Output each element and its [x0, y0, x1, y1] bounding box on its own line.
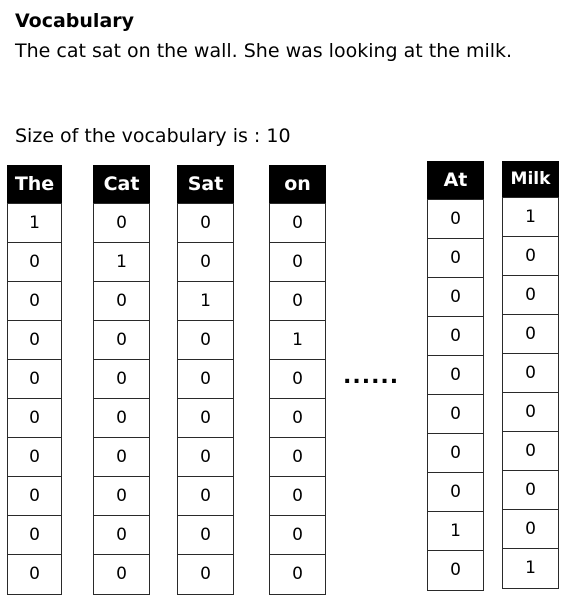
- vector-cell: 0: [177, 359, 234, 400]
- vector-cell: 1: [269, 320, 326, 361]
- vector-cell: 0: [427, 316, 484, 357]
- vector-cell: 0: [177, 242, 234, 283]
- vector-cell: 0: [502, 314, 559, 355]
- vector-cell: 0: [427, 472, 484, 513]
- vector-cell: 0: [93, 398, 150, 439]
- vector-cell: 0: [177, 203, 234, 244]
- column-header: At: [427, 161, 484, 199]
- vector-cell: 0: [269, 437, 326, 478]
- vector-cell: 0: [7, 476, 62, 517]
- vector-cell: 0: [177, 320, 234, 361]
- vector-cell: 0: [177, 437, 234, 478]
- vector-cell: 0: [93, 320, 150, 361]
- vector-cell: 0: [269, 242, 326, 283]
- vector-cell: 0: [427, 238, 484, 279]
- vector-cell: 1: [177, 281, 234, 322]
- vector-cell: 0: [93, 203, 150, 244]
- column-header: Milk: [502, 161, 559, 197]
- ellipsis-separator: ......: [343, 364, 400, 389]
- vector-cell: 0: [427, 277, 484, 318]
- vector-cell: 0: [427, 433, 484, 474]
- vector-cell: 0: [427, 355, 484, 396]
- vector-cell: 0: [502, 353, 559, 394]
- vector-cell: 0: [269, 359, 326, 400]
- vector-cell: 0: [427, 550, 484, 591]
- vector-cell: 1: [7, 203, 62, 244]
- vector-cell: 0: [502, 509, 559, 550]
- vector-cell: 1: [502, 197, 559, 238]
- column-header: on: [269, 165, 326, 203]
- column-header: Sat: [177, 165, 234, 203]
- vector-cell: 0: [93, 281, 150, 322]
- vector-cell: 0: [269, 281, 326, 322]
- vector-cell: 1: [93, 242, 150, 283]
- vector-cell: 0: [427, 394, 484, 435]
- vector-cell: 0: [93, 359, 150, 400]
- vector-cell: 0: [177, 476, 234, 517]
- vector-cell: 0: [7, 242, 62, 283]
- vector-cell: 1: [502, 548, 559, 589]
- example-sentence: The cat sat on the wall. She was looking…: [15, 40, 513, 62]
- vector-cell: 0: [7, 515, 62, 556]
- vector-cell: 1: [427, 511, 484, 552]
- vector-cell: 0: [502, 431, 559, 472]
- vector-cell: 0: [177, 515, 234, 556]
- vector-cell: 0: [7, 320, 62, 361]
- vector-cell: 0: [269, 398, 326, 439]
- vocabulary-title: Vocabulary: [15, 10, 135, 32]
- vector-cell: 0: [93, 437, 150, 478]
- vector-cell: 0: [93, 515, 150, 556]
- vector-cell: 0: [177, 554, 234, 595]
- vector-cell: 0: [93, 554, 150, 595]
- vector-cell: 0: [502, 236, 559, 277]
- vector-cell: 0: [7, 398, 62, 439]
- vector-cell: 0: [93, 476, 150, 517]
- vector-cell: 0: [7, 359, 62, 400]
- vector-cell: 0: [177, 398, 234, 439]
- vector-cell: 0: [269, 476, 326, 517]
- vector-cell: 0: [427, 199, 484, 240]
- vector-cell: 0: [269, 515, 326, 556]
- vector-cell: 0: [7, 437, 62, 478]
- vector-cell: 0: [502, 275, 559, 316]
- vector-cell: 0: [7, 554, 62, 595]
- vector-cell: 0: [7, 281, 62, 322]
- vector-cell: 0: [502, 470, 559, 511]
- vocabulary-size-text: Size of the vocabulary is : 10: [15, 125, 291, 147]
- column-header: The: [7, 165, 62, 203]
- vector-cell: 0: [269, 554, 326, 595]
- vector-cell: 0: [269, 203, 326, 244]
- vector-cell: 0: [502, 392, 559, 433]
- column-header: Cat: [93, 165, 150, 203]
